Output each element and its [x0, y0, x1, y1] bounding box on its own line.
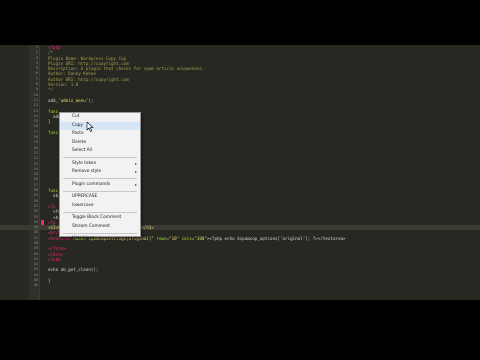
code-token: ><?php echo $spamcop_options['original']… [206, 235, 346, 241]
code-token: add_ [48, 97, 59, 103]
code-token: <?p [48, 203, 56, 209]
code-line[interactable]: 46 [0, 283, 480, 288]
line-number: 46 [33, 283, 38, 288]
menu-item-label: Copy [72, 122, 83, 128]
code-token: Plugin URI: http://copyright.com [48, 60, 129, 66]
menu-item-label: Stream Comment [72, 223, 110, 229]
menu-item-style-token[interactable]: Style token ▸ [60, 160, 140, 169]
code-token: func [48, 129, 59, 135]
menu-item-paste[interactable]: Paste [60, 130, 140, 139]
code-token: <?php [48, 256, 61, 262]
menu-item-hide-lines[interactable]: Hide Lines [60, 235, 140, 244]
code-token: <h [48, 214, 59, 220]
menu-item-cut[interactable]: Cut [60, 113, 140, 122]
submenu-arrow-icon: ▸ [134, 181, 137, 187]
code-token: 'admin_menu' [58, 97, 89, 103]
menu-item-plugin-commands[interactable]: Plugin commands ▸ [60, 181, 140, 190]
code-token: "10" [169, 235, 180, 241]
submenu-arrow-icon: ▸ [134, 160, 137, 166]
menu-item-delete[interactable]: Delete [60, 139, 140, 148]
menu-item-label: Delete [72, 139, 87, 145]
menu-item-uppercase[interactable]: UPPERCASE [60, 193, 140, 202]
code-token: /* [48, 50, 54, 56]
menu-item-lowercase[interactable]: lowercase [60, 202, 140, 211]
menu-item-label: Hide Lines [72, 236, 95, 242]
menu-separator [63, 190, 137, 192]
menu-item-stream-comment[interactable]: Stream Comment [60, 223, 140, 232]
menu-item-label: Paste [72, 131, 84, 137]
code-token: "100" [194, 235, 207, 241]
code-token: Author URI: http://copyright.com [48, 76, 129, 82]
mouse-pointer-icon [86, 122, 94, 132]
code-token: } [48, 278, 51, 284]
menu-separator [63, 211, 137, 213]
menu-item-label: Select All [72, 148, 92, 154]
menu-separator [63, 178, 137, 180]
code-token: func [48, 188, 59, 194]
code-token: Description: A plugin that checks for sp… [48, 66, 205, 72]
code-token: <?php [48, 45, 61, 50]
menu-item-remove-style[interactable]: Remove style ▸ [60, 168, 140, 177]
menu-item-label: Plugin commands [72, 181, 111, 187]
menu-item-label: Remove style [72, 169, 102, 175]
code-token: </div> [48, 251, 64, 257]
code-token: Version: 1.0 [48, 82, 79, 88]
code-token: Author: Danny Kehoe [48, 71, 96, 77]
code-token: rows= [153, 235, 170, 241]
code-token: ); [88, 97, 94, 103]
menu-item-select-all[interactable]: Select All [60, 147, 140, 156]
menu-item-label: Style token [72, 160, 97, 166]
menu-separator [63, 232, 137, 234]
code-token: Plugin Name: Wordpress Copy Cop [48, 55, 127, 61]
menu-item-label: lowercase [72, 202, 94, 208]
context-menu: Cut Copy Paste Delete Select All Style token ▸… [59, 112, 141, 241]
code-token: func [48, 108, 59, 114]
code-token: </form> [48, 246, 66, 252]
code-token: */ [48, 87, 54, 93]
menu-item-label: UPPERCASE [72, 194, 98, 200]
code-token: cols= [179, 235, 195, 241]
code-token: } [48, 119, 51, 125]
submenu-arrow-icon: ▸ [134, 169, 137, 175]
menu-item-label: Toggle Block Comment [72, 215, 122, 221]
menu-item-label: Cut [72, 114, 80, 119]
code-token: echo ob_get_clean(); [48, 267, 99, 273]
menu-item-toggle-block-comment[interactable]: Toggle Block Comment [60, 214, 140, 223]
menu-item-copy[interactable]: Copy [60, 121, 140, 131]
code-token: <?p [48, 219, 56, 225]
menu-separator [63, 157, 137, 159]
